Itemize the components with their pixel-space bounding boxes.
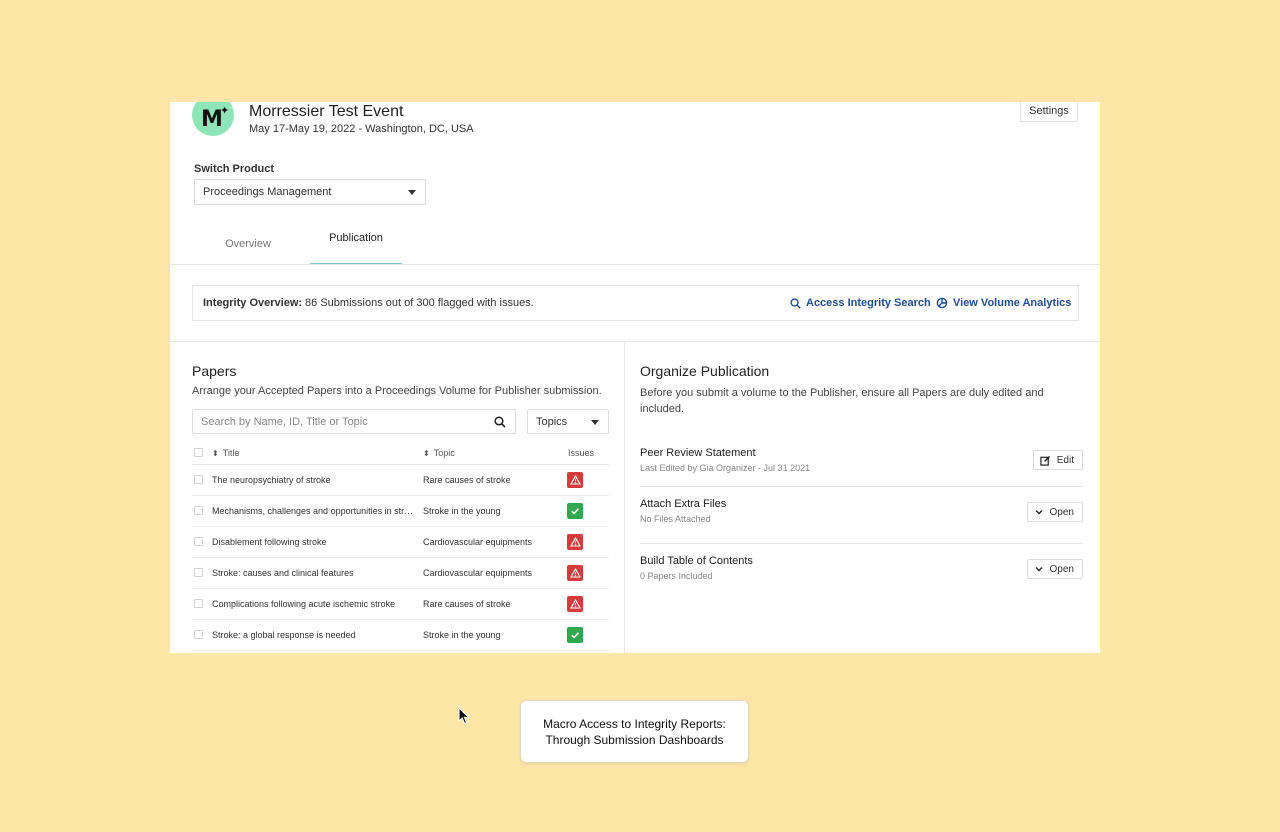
papers-title: Papers <box>192 363 237 379</box>
peer-review-item: Peer Review Statement Last Edited by Gia… <box>640 447 1083 473</box>
papers-table: ⬍ Title ⬍ Topic Issues The neuropsychiatry… <box>192 441 609 651</box>
edit-button[interactable]: Edit <box>1032 450 1083 470</box>
item-meta: No Files Attached <box>640 514 711 524</box>
row-checkbox[interactable] <box>194 537 203 546</box>
paper-topic: Rare causes of stroke <box>423 599 511 609</box>
title-column-header[interactable]: ⬍ Title <box>212 448 414 458</box>
search-icon[interactable] <box>494 416 506 428</box>
caption-line-2: Through Submission Dashboards <box>545 732 724 747</box>
issues-column-header: Issues <box>568 448 595 458</box>
search-placeholder: Search by Name, ID, Title or Topic <box>201 415 368 428</box>
item-name: Peer Review Statement <box>640 447 756 459</box>
paper-title: Mechanisms, challenges and opportunities… <box>212 506 414 516</box>
row-checkbox[interactable] <box>194 506 203 515</box>
select-all-checkbox[interactable] <box>194 448 203 457</box>
table-row[interactable]: Stroke: a global response is needed Strok… <box>192 620 609 651</box>
item-meta: Last Edited by Gia Organizer - Jul 31 20… <box>640 463 811 473</box>
switch-product-select[interactable]: Proceedings Management <box>194 179 426 205</box>
check-icon[interactable] <box>567 503 583 519</box>
sort-icon: ⬍ <box>423 449 430 458</box>
warning-icon[interactable] <box>567 565 583 581</box>
row-checkbox[interactable] <box>194 568 203 577</box>
topics-dropdown[interactable]: Topics <box>527 409 609 434</box>
table-body: The neuropsychiatry of stroke Rare causes… <box>192 465 609 651</box>
switch-product-value: Proceedings Management <box>203 186 332 198</box>
caption-card: Macro Access to Integrity Reports: Throu… <box>520 700 749 763</box>
paper-title: Disablement following stroke <box>212 537 327 547</box>
open-attach-files-button[interactable]: Open <box>1026 502 1083 522</box>
view-volume-analytics-link[interactable]: View Volume Analytics <box>936 297 1071 309</box>
item-meta: 0 Papers Included <box>640 571 713 581</box>
mouse-cursor-icon <box>458 707 470 725</box>
tabs-divider <box>170 264 1100 265</box>
paper-title: The neuropsychiatry of stroke <box>212 475 331 485</box>
paper-title: Complications following acute ischemic s… <box>212 599 396 609</box>
settings-button[interactable]: Settings <box>1020 102 1078 122</box>
table-header: ⬍ Title ⬍ Topic Issues <box>192 441 609 465</box>
chevron-down-icon <box>1035 567 1043 572</box>
search-icon <box>790 297 801 309</box>
access-integrity-search-link[interactable]: Access Integrity Search <box>790 297 931 309</box>
access-integrity-search-label: Access Integrity Search <box>806 297 931 309</box>
caret-down-icon <box>408 190 416 195</box>
row-checkbox[interactable] <box>194 599 203 608</box>
warning-icon[interactable] <box>567 472 583 488</box>
star-icon: ✦ <box>220 105 230 117</box>
item-divider <box>640 486 1083 487</box>
integrity-overview-bar: Integrity Overview: 86 Submissions out o… <box>192 285 1079 321</box>
event-logo: M ✦ <box>192 102 234 136</box>
chevron-down-icon <box>1035 510 1043 515</box>
paper-topic: Cardiovascular equipments <box>423 568 533 578</box>
event-title: Morressier Test Event <box>249 103 404 120</box>
row-checkbox[interactable] <box>194 475 203 484</box>
warning-icon[interactable] <box>567 596 583 612</box>
row-checkbox[interactable] <box>194 630 203 639</box>
item-name: Build Table of Contents <box>640 555 753 567</box>
edit-icon <box>1040 455 1050 466</box>
organize-description: Before you submit a volume to the Publis… <box>640 387 1044 415</box>
switch-product-label: Switch Product <box>194 163 275 175</box>
paper-topic: Stroke in the young <box>423 506 501 516</box>
section-divider <box>170 341 1100 342</box>
paper-topic: Stroke in the young <box>423 630 501 640</box>
integrity-label: Integrity Overview: <box>203 297 303 309</box>
integrity-text: 86 Submissions out of 300 flagged with i… <box>305 297 534 309</box>
table-row[interactable]: Mechanisms, challenges and opportunities… <box>192 496 609 527</box>
sort-icon: ⬍ <box>212 449 219 458</box>
table-row[interactable]: The neuropsychiatry of stroke Rare causes… <box>192 465 609 496</box>
warning-icon[interactable] <box>567 534 583 550</box>
table-row[interactable]: Stroke: causes and clinical features Card… <box>192 558 609 589</box>
event-subtitle: May 17-May 19, 2022 - Washington, DC, US… <box>249 123 474 135</box>
topics-label: Topics <box>536 415 568 428</box>
table-row[interactable]: Complications following acute ischemic s… <box>192 589 609 620</box>
paper-title: Stroke: a global response is needed <box>212 630 356 640</box>
table-row[interactable]: Disablement following stroke Cardiovascul… <box>192 527 609 558</box>
item-divider <box>640 543 1083 544</box>
open-table-of-contents-button[interactable]: Open <box>1026 559 1083 579</box>
papers-description: Arrange your Accepted Papers into a Proc… <box>192 385 602 397</box>
item-name: Attach Extra Files <box>640 498 727 510</box>
caption-line-1: Macro Access to Integrity Reports: <box>543 716 726 731</box>
column-divider <box>624 341 625 653</box>
papers-search-input[interactable]: Search by Name, ID, Title or Topic <box>192 409 516 434</box>
tab-publication[interactable]: Publication <box>310 232 402 265</box>
table-of-contents-item: Build Table of Contents 0 Papers Include… <box>640 555 1083 581</box>
app-window: M ✦ Morressier Test Event May 17-May 19,… <box>170 102 1100 653</box>
paper-title: Stroke: causes and clinical features <box>212 568 354 578</box>
topic-column-header[interactable]: ⬍ Topic <box>423 448 455 458</box>
analytics-icon <box>936 297 948 309</box>
paper-topic: Cardiovascular equipments <box>423 537 533 547</box>
paper-topic: Rare causes of stroke <box>423 475 511 485</box>
view-volume-analytics-label: View Volume Analytics <box>953 297 1072 309</box>
caret-down-icon <box>591 420 599 425</box>
check-icon[interactable] <box>567 627 583 643</box>
organize-title: Organize Publication <box>640 363 770 379</box>
tab-overview[interactable]: Overview <box>200 238 296 270</box>
attach-files-item: Attach Extra Files No Files Attached Ope… <box>640 498 1083 524</box>
